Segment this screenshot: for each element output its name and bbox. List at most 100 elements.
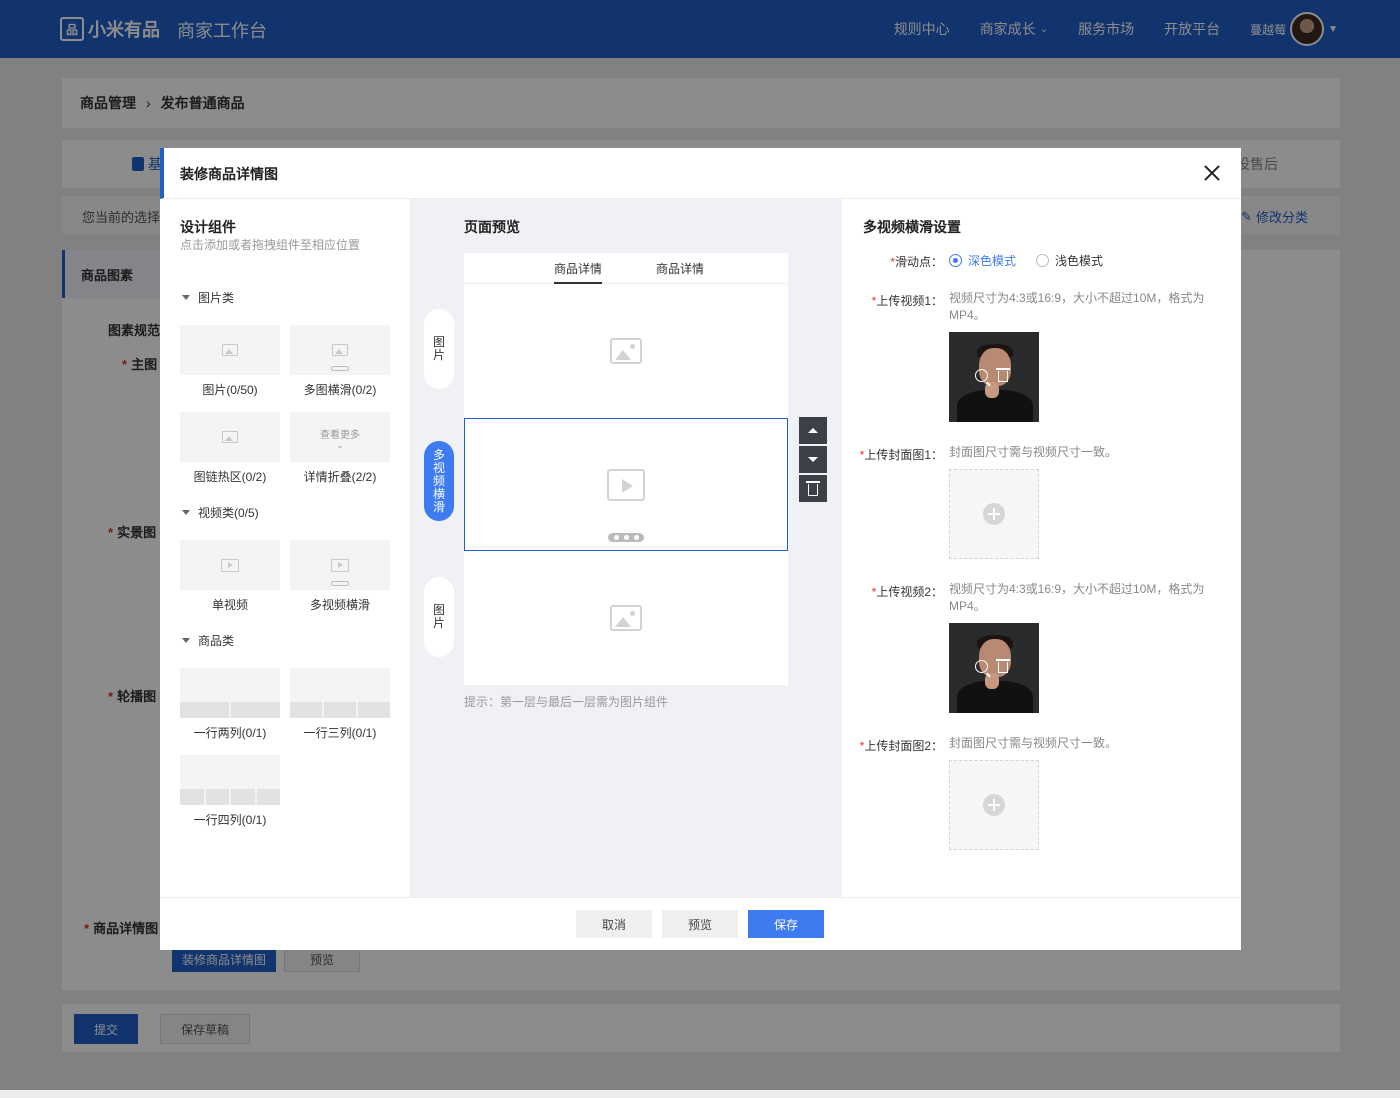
radio-dark-mode[interactable]: 深色模式 <box>949 252 1016 269</box>
layer-pill-label: 多视频横滑 <box>433 447 446 514</box>
trash-icon <box>806 481 820 496</box>
arrow-down-icon <box>808 457 818 462</box>
group-product-label: 商品类 <box>198 634 235 648</box>
component-fold-box: 查看更多 ⌄ <box>290 412 390 462</box>
three-columns-box <box>290 668 390 718</box>
component-three-columns-label: 一行三列(0/1) <box>303 726 377 740</box>
trash-icon[interactable] <box>996 368 1010 382</box>
preview-button[interactable]: 预览 <box>662 910 738 938</box>
preview-hint: 提示：第一层与最后一层需为图片组件 <box>464 695 669 709</box>
caret-down-icon <box>182 295 190 300</box>
phone-preview: 商品详情 商品详情 <box>464 253 788 685</box>
component-multi-video-slide[interactable]: 多视频横滑 <box>290 540 390 613</box>
component-image-box <box>180 325 280 375</box>
preview-panel: 页面预览 商品详情 商品详情 图片 多视频横滑 图片 提示：第一层与最后一层需为… <box>410 199 842 897</box>
layer-pill-image-2[interactable]: 图片 <box>424 577 454 657</box>
upload-cover-1-desc: 封面图尺寸需与视频尺寸一致。 <box>949 445 1118 459</box>
upload-cover-2-button[interactable] <box>949 760 1039 850</box>
upload-video-1-label: *上传视频1： <box>872 292 943 309</box>
settings-panel: 多视频横滑设置 *滑动点： 深色模式 浅色模式 *上传视频1： 视频尺寸为4:3… <box>842 199 1241 897</box>
zoom-in-icon[interactable] <box>975 369 988 382</box>
move-up-button[interactable] <box>799 417 827 444</box>
thumbnail-actions <box>975 368 1010 382</box>
trash-icon[interactable] <box>996 659 1010 673</box>
settings-title: 多视频横滑设置 <box>863 219 961 235</box>
component-multi-video-label: 多视频横滑 <box>309 598 370 612</box>
delete-block-button[interactable] <box>799 475 827 502</box>
phone-tab-detail-1[interactable]: 商品详情 <box>554 260 603 284</box>
component-image-hotspot[interactable]: 图链热区(0/2) <box>180 412 280 485</box>
component-four-columns-label: 一行四列(0/1) <box>193 813 267 827</box>
upload-video-2-label-text: 上传视频2： <box>876 585 943 599</box>
image-icon <box>610 338 642 364</box>
fold-text: 查看更多 <box>320 429 360 441</box>
pager-icon <box>331 366 349 371</box>
layer-pill-image-1[interactable]: 图片 <box>424 309 454 389</box>
caret-down-icon <box>182 510 190 515</box>
component-four-columns[interactable]: 一行四列(0/1) <box>180 755 280 828</box>
upload-video-1-desc: 视频尺寸为4:3或16:9，大小不超过10M，格式为MP4。 <box>949 291 1205 322</box>
component-three-columns[interactable]: 一行三列(0/1) <box>290 668 390 741</box>
four-columns-box <box>180 755 280 805</box>
slider-dot-label-text: 滑动点： <box>894 255 943 269</box>
component-panel: 设计组件 点击添加或者拖拽组件至相应位置 图片类 图片(0/50) 多图横滑(0… <box>160 199 410 897</box>
plus-icon <box>983 794 1005 816</box>
preview-title: 页面预览 <box>464 219 520 235</box>
group-video[interactable]: 视频类(0/5) <box>182 504 259 521</box>
modal-header: 装修商品详情图 <box>160 148 1241 199</box>
upload-video-1-label-text: 上传视频1： <box>876 294 943 308</box>
image-icon <box>332 344 348 356</box>
thumbnail-actions <box>975 659 1010 673</box>
group-video-label: 视频类(0/5) <box>198 506 259 520</box>
phone-tab-detail-2[interactable]: 商品详情 <box>656 260 704 277</box>
component-single-video-label: 单视频 <box>211 598 248 612</box>
video-icon <box>331 558 349 572</box>
column-cells <box>290 702 390 718</box>
component-image-label: 图片(0/50) <box>202 383 258 397</box>
zoom-in-icon[interactable] <box>975 660 988 673</box>
component-multi-image-label: 多图横滑(0/2) <box>303 383 377 397</box>
upload-video-2-desc: 视频尺寸为4:3或16:9，大小不超过10M，格式为MP4。 <box>949 582 1205 613</box>
component-multi-image-box <box>290 325 390 375</box>
column-cells <box>180 702 280 718</box>
group-product[interactable]: 商品类 <box>182 632 234 649</box>
layer-pill-multi-video[interactable]: 多视频横滑 <box>424 441 454 521</box>
pager-icon <box>608 533 644 542</box>
preview-block-image-1[interactable] <box>464 284 788 418</box>
video-2-thumbnail[interactable] <box>949 623 1039 713</box>
pager-icon <box>331 581 349 586</box>
upload-cover-1-button[interactable] <box>949 469 1039 559</box>
radio-light-mode[interactable]: 浅色模式 <box>1036 252 1103 269</box>
modal-title: 装修商品详情图 <box>180 166 278 182</box>
component-multi-image-slide[interactable]: 多图横滑(0/2) <box>290 325 390 398</box>
component-image[interactable]: 图片(0/50) <box>180 325 280 398</box>
image-icon <box>222 344 238 356</box>
component-single-video[interactable]: 单视频 <box>180 540 280 613</box>
preview-block-image-2[interactable] <box>464 551 788 685</box>
layer-pill-label: 图片 <box>433 335 446 362</box>
plus-icon <box>983 503 1005 525</box>
arrow-up-icon <box>808 428 818 433</box>
component-panel-subtitle: 点击添加或者拖拽组件至相应位置 <box>180 238 361 252</box>
video-1-thumbnail[interactable] <box>949 332 1039 422</box>
radio-dark-label: 深色模式 <box>968 254 1017 268</box>
component-hotspot-label: 图链热区(0/2) <box>193 470 267 484</box>
layer-pill-label: 图片 <box>433 603 446 630</box>
component-two-columns[interactable]: 一行两列(0/1) <box>180 668 280 741</box>
video-icon <box>607 468 645 501</box>
radio-dot <box>949 254 962 267</box>
component-fold-label: 详情折叠(2/2) <box>303 470 377 484</box>
close-icon[interactable] <box>1201 162 1223 184</box>
component-panel-title: 设计组件 <box>180 219 236 235</box>
upload-cover-1-label-text: 上传封面图1： <box>864 448 943 462</box>
component-two-columns-label: 一行两列(0/1) <box>193 726 267 740</box>
group-image[interactable]: 图片类 <box>182 289 234 306</box>
preview-block-multi-video[interactable] <box>464 418 788 551</box>
save-button[interactable]: 保存 <box>748 910 824 938</box>
video-icon <box>221 558 239 572</box>
cancel-button[interactable]: 取消 <box>576 910 652 938</box>
move-down-button[interactable] <box>799 446 827 473</box>
two-columns-box <box>180 668 280 718</box>
component-detail-fold[interactable]: 查看更多 ⌄ 详情折叠(2/2) <box>290 412 390 485</box>
upload-cover-1-label: *上传封面图1： <box>860 446 943 463</box>
